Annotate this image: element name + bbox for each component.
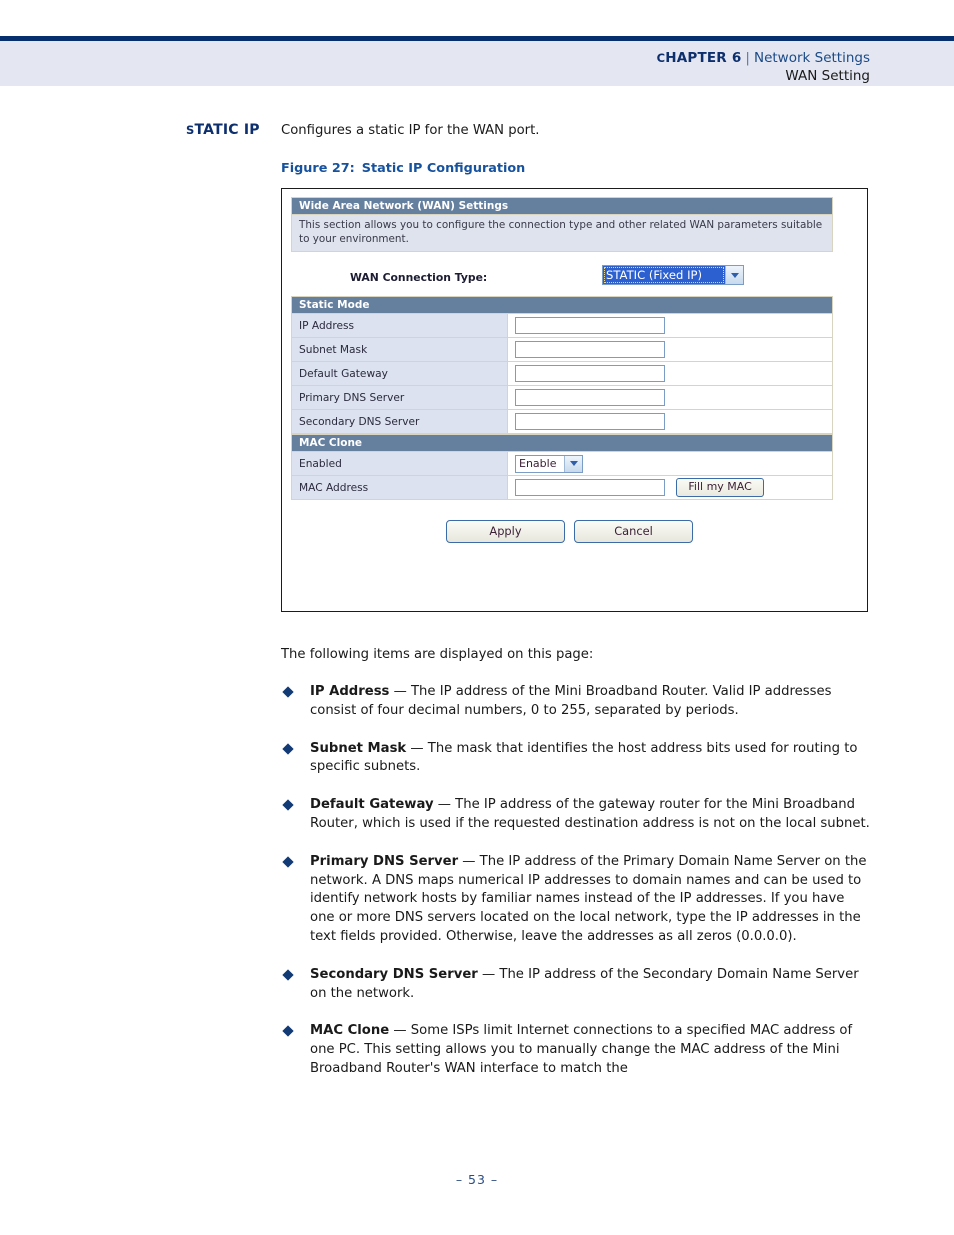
- chevron-down-icon: [725, 266, 743, 284]
- wan-settings-section-title: Wide Area Network (WAN) Settings: [291, 197, 833, 214]
- list-item-term: Default Gateway: [310, 797, 434, 813]
- figure-static-ip-configuration: Wide Area Network (WAN) Settings This se…: [281, 188, 868, 612]
- list-item-term: IP Address: [310, 684, 390, 699]
- default-gateway-label: Default Gateway: [291, 361, 508, 386]
- wan-connection-type-select[interactable]: STATIC (Fixed IP): [602, 265, 744, 285]
- primary-dns-server-cell: [507, 385, 833, 410]
- subnet-mask-label: Subnet Mask: [291, 337, 508, 362]
- form-action-buttons: Apply Cancel: [291, 514, 833, 566]
- secondary-dns-server-cell: [507, 409, 833, 434]
- list-item-dash: —: [458, 853, 480, 869]
- mac-address-label: MAC Address: [291, 475, 508, 500]
- table-row: MAC Address Fill my MAC: [291, 475, 833, 500]
- mac-enabled-select[interactable]: Enable: [515, 454, 583, 473]
- mac-clone-table: Enabled Enable MAC Address Fill my MAC: [291, 451, 833, 500]
- figure-caption: Figure 27: Static IP Configuration: [281, 161, 525, 176]
- table-row: Primary DNS Server: [291, 385, 833, 410]
- page-number-footer: – 53 –: [455, 1172, 499, 1187]
- chevron-down-icon: [564, 455, 582, 472]
- diamond-bullet-icon: [282, 1025, 294, 1038]
- mac-address-cell: Fill my MAC: [507, 475, 833, 500]
- mac-address-input[interactable]: [515, 479, 665, 496]
- static-mode-section-title: Static Mode: [291, 296, 833, 313]
- diamond-bullet-icon: [282, 856, 294, 868]
- secondary-dns-server-input[interactable]: [515, 413, 665, 430]
- list-item-dash: —: [406, 740, 428, 756]
- table-row: Secondary DNS Server: [291, 409, 833, 434]
- list-item-term: MAC Clone: [310, 1023, 390, 1039]
- primary-dns-server-label: Primary DNS Server: [291, 385, 508, 410]
- ip-address-input[interactable]: [515, 317, 665, 334]
- section-side-heading: STATIC IP: [186, 122, 260, 138]
- static-mode-table: IP Address Subnet Mask Default Gateway P…: [291, 313, 833, 434]
- section-intro-text: Configures a static IP for the WAN port.: [281, 123, 540, 138]
- default-gateway-input[interactable]: [515, 365, 665, 382]
- ip-address-cell: [507, 313, 833, 338]
- mac-enabled-value: Enable: [519, 456, 557, 470]
- list-item-dash: —: [389, 1023, 411, 1039]
- header-chapter-number: 6: [731, 50, 742, 66]
- list-item-term: Primary DNS Server: [310, 853, 459, 869]
- body-intro-text: The following items are displayed on thi…: [281, 647, 594, 662]
- table-row: Enabled Enable: [291, 451, 833, 476]
- diamond-bullet-icon: [282, 969, 294, 981]
- table-row: Subnet Mask: [291, 337, 833, 362]
- header-chapter-label: CHAPTER 6: [656, 50, 742, 66]
- subnet-mask-cell: [507, 337, 833, 362]
- list-item: MAC Clone — Some ISPs limit Internet con…: [281, 1022, 873, 1078]
- figure-caption-number: Figure 27:: [281, 161, 355, 176]
- wan-connection-type-row: WAN Connection Type: STATIC (Fixed IP): [291, 252, 833, 296]
- wan-connection-type-value: STATIC (Fixed IP): [603, 266, 725, 284]
- definition-list: IP Address — The IP address of the Mini …: [281, 683, 873, 1098]
- diamond-bullet-icon: [282, 742, 294, 755]
- list-item: Subnet Mask — The mask that identifies t…: [281, 740, 873, 778]
- cancel-button[interactable]: Cancel: [574, 520, 693, 543]
- list-item: Default Gateway — The IP address of the …: [281, 796, 873, 834]
- fill-my-mac-button[interactable]: Fill my MAC: [676, 478, 764, 497]
- diamond-bullet-icon: [282, 799, 294, 811]
- default-gateway-cell: [507, 361, 833, 386]
- secondary-dns-server-label: Secondary DNS Server: [291, 409, 508, 434]
- table-row: IP Address: [291, 313, 833, 338]
- list-item: Primary DNS Server — The IP address of t…: [281, 853, 873, 947]
- list-item: Secondary DNS Server — The IP address of…: [281, 966, 873, 1004]
- table-row: Default Gateway: [291, 361, 833, 386]
- list-item-dash: —: [477, 966, 500, 982]
- mac-enabled-label: Enabled: [291, 451, 508, 476]
- header-chapter-line: CHAPTER 6 | Network Settings: [657, 50, 870, 66]
- apply-button[interactable]: Apply: [446, 520, 565, 543]
- page-header: CHAPTER 6 | Network Settings WAN Setting: [0, 36, 954, 86]
- figure-caption-title: Static IP Configuration: [361, 161, 526, 176]
- wan-settings-description: This section allows you to configure the…: [291, 214, 833, 252]
- subnet-mask-input[interactable]: [515, 341, 665, 358]
- list-item-term: Subnet Mask: [310, 740, 407, 756]
- list-item-dash: —: [389, 684, 411, 699]
- header-section-name: Network Settings: [753, 50, 870, 66]
- list-item-dash: —: [433, 797, 456, 813]
- primary-dns-server-input[interactable]: [515, 389, 665, 406]
- list-item: IP Address — The IP address of the Mini …: [281, 683, 873, 721]
- header-separator: |: [745, 50, 750, 66]
- wan-connection-type-label: WAN Connection Type:: [350, 271, 488, 284]
- mac-clone-section-title: MAC Clone: [291, 434, 833, 451]
- mac-enabled-cell: Enable: [507, 451, 833, 476]
- diamond-bullet-icon: [282, 686, 294, 698]
- router-admin-panel: Wide Area Network (WAN) Settings This se…: [291, 197, 833, 566]
- list-item-term: Secondary DNS Server: [310, 966, 478, 982]
- header-subsection-name: WAN Setting: [785, 68, 870, 84]
- ip-address-label: IP Address: [291, 313, 508, 338]
